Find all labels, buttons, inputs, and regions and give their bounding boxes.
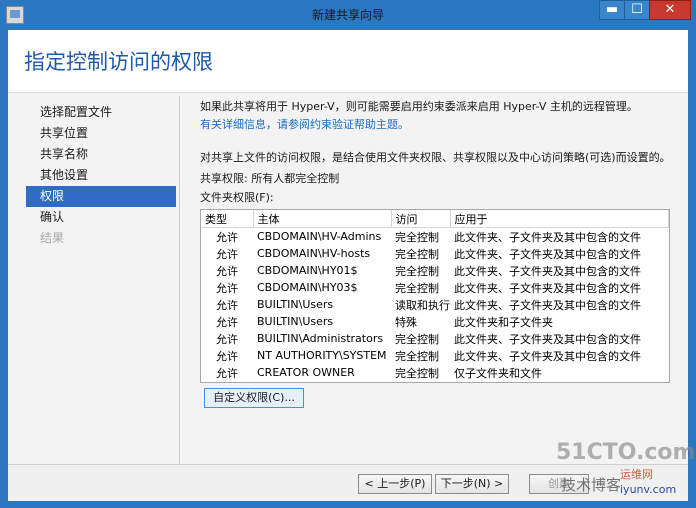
table-row[interactable]: 允许 CBDOMAIN\HV-Admins 完全控制 此文件夹、子文件夹及其中包… <box>201 228 669 246</box>
cell-principal: BUILTIN\Users <box>257 298 334 311</box>
cell-applies-to: 此文件夹、子文件夹及其中包含的文件 <box>454 281 641 295</box>
cell-applies-to: 此文件夹、子文件夹及其中包含的文件 <box>454 298 641 312</box>
wizard-window: 新建共享向导 ▬ ☐ ✕ 指定控制访问的权限 选择配置文件 共享位置 共享名称 … <box>0 0 696 508</box>
watermark-51cto: 51CTO.com <box>556 440 696 465</box>
watermark-yunwei: 运维网 <box>620 468 653 481</box>
column-header-access[interactable]: 访问 <box>391 210 451 228</box>
cell-type: 允许 <box>216 247 238 261</box>
nav-item-permissions[interactable]: 权限 <box>26 186 176 207</box>
table-row[interactable]: 允许 BUILTIN\Users 读取和执行 此文件夹、子文件夹及其中包含的文件 <box>201 296 669 313</box>
cell-type: 允许 <box>216 332 238 346</box>
table-row[interactable]: 允许 CBDOMAIN\HY01$ 完全控制 此文件夹、子文件夹及其中包含的文件 <box>201 262 669 279</box>
cell-applies-to: 此文件夹、子文件夹及其中包含的文件 <box>454 264 641 278</box>
title-bar[interactable]: 新建共享向导 ▬ ☐ ✕ <box>0 0 696 30</box>
wizard-steps-nav: 选择配置文件 共享位置 共享名称 其他设置 权限 确认 结果 <box>26 102 176 249</box>
maximize-button[interactable]: ☐ <box>624 0 650 20</box>
table-row[interactable]: 允许 CREATOR OWNER 完全控制 仅子文件夹和文件 <box>201 364 669 381</box>
nav-item-results: 结果 <box>40 231 65 245</box>
cell-applies-to: 此文件夹、子文件夹及其中包含的文件 <box>454 247 641 261</box>
minimize-button[interactable]: ▬ <box>599 0 625 20</box>
cell-applies-to: 此文件夹、子文件夹及其中包含的文件 <box>454 332 641 346</box>
table-row[interactable]: 允许 BUILTIN\Administrators 完全控制 此文件夹、子文件夹… <box>201 330 669 347</box>
wizard-client-area: 指定控制访问的权限 选择配置文件 共享位置 共享名称 其他设置 权限 确认 结果… <box>8 30 688 501</box>
cell-applies-to: 此文件夹、子文件夹及其中包含的文件 <box>454 230 641 244</box>
previous-button[interactable]: < 上一步(P) <box>358 474 432 494</box>
cell-principal: CREATOR OWNER <box>257 366 355 379</box>
cell-access: 完全控制 <box>395 349 439 363</box>
permissions-table[interactable]: 类型 主体 访问 应用于 允许 CBDOMAIN\HV-Admins 完全控制 … <box>200 209 670 383</box>
cell-type: 允许 <box>216 264 238 278</box>
cell-type: 允许 <box>216 230 238 244</box>
nav-item-select-profile[interactable]: 选择配置文件 <box>26 102 176 123</box>
cell-applies-to: 此文件夹和子文件夹 <box>454 315 553 329</box>
permissions-description: 对共享上文件的访问权限，是结合使用文件夹权限、共享权限以及中心访问策略(可选)而… <box>200 151 671 164</box>
wizard-header: 指定控制访问的权限 <box>8 30 688 93</box>
column-header-principal[interactable]: 主体 <box>253 210 392 228</box>
cell-access: 特殊 <box>395 315 417 329</box>
cell-principal: NT AUTHORITY\SYSTEM <box>257 349 387 362</box>
cell-access: 完全控制 <box>395 332 439 346</box>
cell-principal: CBDOMAIN\HY01$ <box>257 264 358 277</box>
cell-access: 完全控制 <box>395 366 439 380</box>
cell-type: 允许 <box>216 349 238 363</box>
cell-principal: CBDOMAIN\HY03$ <box>257 281 358 294</box>
nav-item-share-name[interactable]: 共享名称 <box>26 144 176 165</box>
cell-principal: CBDOMAIN\HV-Admins <box>257 230 382 243</box>
table-row[interactable]: 允许 CBDOMAIN\HV-hosts 完全控制 此文件夹、子文件夹及其中包含… <box>201 245 669 262</box>
nav-item-share-location[interactable]: 共享位置 <box>26 123 176 144</box>
cell-principal: CBDOMAIN\HV-hosts <box>257 247 371 260</box>
table-header-row: 类型 主体 访问 应用于 <box>201 210 669 228</box>
table-row[interactable]: 允许 BUILTIN\Users 特殊 此文件夹和子文件夹 <box>201 313 669 330</box>
cell-applies-to: 此文件夹、子文件夹及其中包含的文件 <box>454 349 641 363</box>
cell-type: 允许 <box>216 315 238 329</box>
cell-access: 完全控制 <box>395 230 439 244</box>
cell-access: 完全控制 <box>395 247 439 261</box>
nav-item-other-settings[interactable]: 其他设置 <box>26 165 176 186</box>
table-row[interactable]: 允许 CBDOMAIN\HY03$ 完全控制 此文件夹、子文件夹及其中包含的文件 <box>201 279 669 296</box>
cell-access: 完全控制 <box>395 281 439 295</box>
cell-type: 允许 <box>216 366 238 380</box>
page-title: 指定控制访问的权限 <box>24 50 213 74</box>
share-permission-text: 共享权限: 所有人都完全控制 <box>200 172 340 185</box>
next-button[interactable]: 下一步(N) > <box>435 474 509 494</box>
watermark-tech-blog: 技术博客 <box>561 476 622 494</box>
cell-type: 允许 <box>216 281 238 295</box>
cell-applies-to: 仅子文件夹和文件 <box>454 366 542 380</box>
cell-principal: BUILTIN\Users <box>257 315 334 328</box>
nav-item-confirm[interactable]: 确认 <box>26 207 176 228</box>
custom-permissions-button[interactable]: 自定义权限(C)... <box>204 388 304 408</box>
cell-principal: BUILTIN\Administrators <box>257 332 384 345</box>
watermark-iyunv: iyunv.com <box>620 483 677 496</box>
window-title: 新建共享向导 <box>311 8 384 22</box>
cell-access: 完全控制 <box>395 264 439 278</box>
nav-divider <box>179 96 180 472</box>
folder-permissions-label: 文件夹权限(F): <box>200 191 274 204</box>
help-link[interactable]: 有关详细信息，请参阅约束验证帮助主题。 <box>200 116 409 132</box>
close-button[interactable]: ✕ <box>649 0 691 20</box>
cell-type: 允许 <box>216 298 238 312</box>
cell-access: 读取和执行 <box>395 298 450 312</box>
hyperv-intro-text: 如果此共享将用于 Hyper-V，则可能需要启用约束委派来启用 Hyper-V … <box>200 100 638 113</box>
table-row[interactable]: 允许 NT AUTHORITY\SYSTEM 完全控制 此文件夹、子文件夹及其中… <box>201 347 669 364</box>
column-header-applies-to[interactable]: 应用于 <box>450 210 669 228</box>
column-header-type[interactable]: 类型 <box>201 210 254 228</box>
